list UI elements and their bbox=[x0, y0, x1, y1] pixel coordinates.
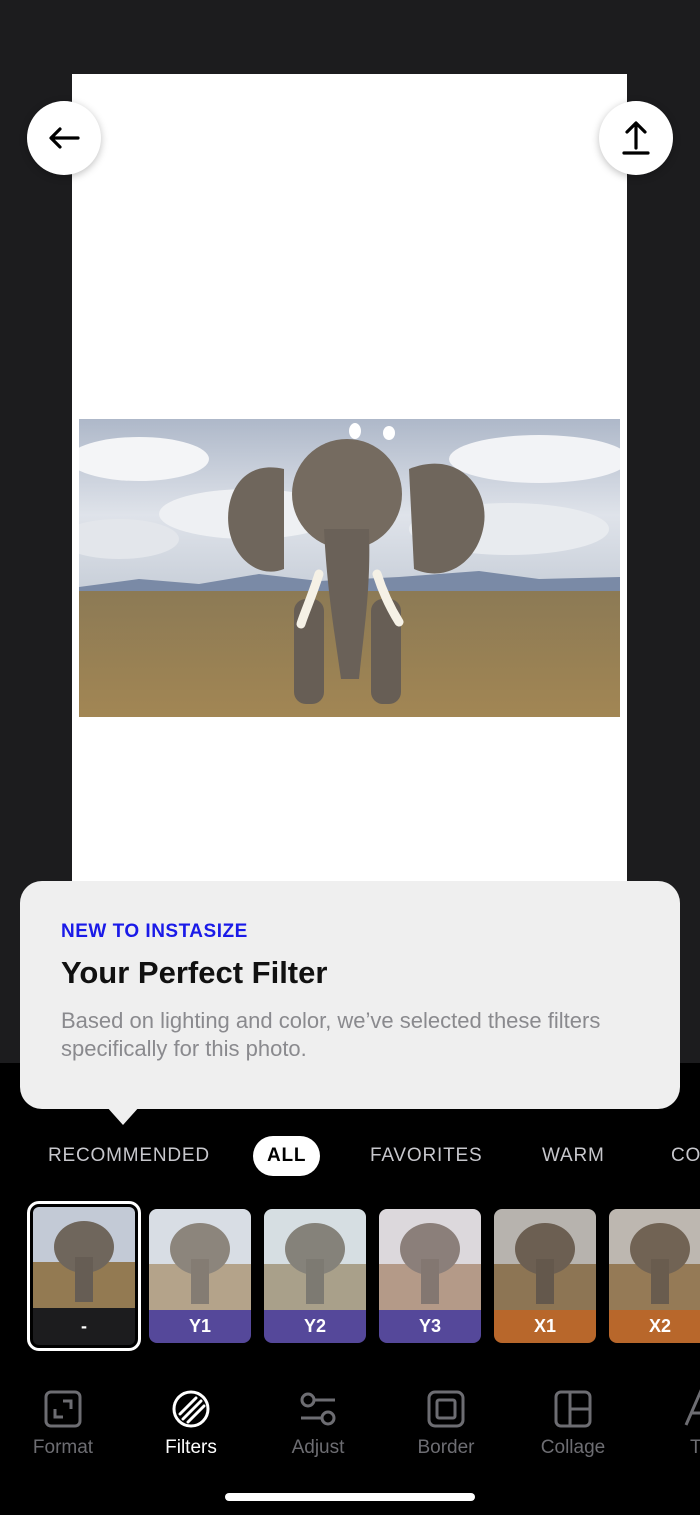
filter-label: - bbox=[33, 1308, 135, 1345]
format-icon bbox=[44, 1390, 82, 1428]
tab-adjust[interactable]: Adjust bbox=[268, 1385, 368, 1459]
filter-y1[interactable]: Y1 bbox=[149, 1209, 251, 1343]
filter-thumbnail bbox=[33, 1207, 135, 1308]
category-all[interactable]: ALL bbox=[253, 1136, 321, 1176]
filter-thumbnail bbox=[149, 1209, 251, 1310]
tab-filters[interactable]: Filters bbox=[141, 1385, 241, 1459]
share-button[interactable] bbox=[599, 101, 673, 175]
tooltip-body: Based on lighting and color, we’ve selec… bbox=[61, 1008, 601, 1061]
filter-label: Y1 bbox=[149, 1310, 251, 1343]
filter-y2[interactable]: Y2 bbox=[264, 1209, 366, 1343]
collage-icon bbox=[554, 1390, 592, 1428]
filter-x2[interactable]: X2 bbox=[609, 1209, 700, 1343]
filter-label: X2 bbox=[609, 1310, 700, 1343]
tooltip-title: Your Perfect Filter bbox=[61, 955, 328, 990]
home-indicator bbox=[225, 1493, 475, 1501]
filter-thumbnail bbox=[379, 1209, 481, 1310]
category-warm[interactable]: WARM bbox=[542, 1136, 605, 1176]
tooltip-kicker: NEW TO INSTASIZE bbox=[61, 921, 248, 942]
tab-label: Te bbox=[689, 1437, 700, 1458]
tab-label: Format bbox=[32, 1437, 94, 1458]
back-button[interactable] bbox=[27, 101, 101, 175]
arrow-left-icon bbox=[49, 127, 80, 149]
tab-format[interactable]: Format bbox=[13, 1385, 113, 1459]
elephant-photo[interactable] bbox=[79, 419, 620, 717]
share-upload-icon bbox=[622, 121, 650, 155]
filter-tooltip[interactable]: NEW TO INSTASIZE Your Perfect Filter Bas… bbox=[20, 881, 680, 1109]
category-co[interactable]: CO bbox=[671, 1136, 700, 1176]
tab-text[interactable]: Te bbox=[650, 1385, 700, 1459]
tooltip-pointer bbox=[106, 1106, 140, 1125]
editor-tabbar: Format Filters Adjust Border Collage Te bbox=[0, 1385, 700, 1465]
tab-collage[interactable]: Collage bbox=[523, 1385, 623, 1459]
text-icon bbox=[684, 1389, 700, 1426]
filter-label: Y3 bbox=[379, 1310, 481, 1343]
tab-label: Adjust bbox=[291, 1437, 345, 1458]
filter-label: Y2 bbox=[264, 1310, 366, 1343]
filter-strip: - Y1 Y2 Y3 X1 X2 bbox=[0, 1201, 700, 1353]
border-icon bbox=[427, 1390, 465, 1428]
filter-label: X1 bbox=[494, 1310, 596, 1343]
filter-thumbnail bbox=[494, 1209, 596, 1310]
category-recommended[interactable]: RECOMMENDED bbox=[48, 1136, 210, 1176]
filter-thumbnail bbox=[264, 1209, 366, 1310]
adjust-icon bbox=[300, 1392, 336, 1426]
tab-label: Filters bbox=[165, 1437, 217, 1458]
filter-thumbnail bbox=[609, 1209, 700, 1310]
filters-icon bbox=[172, 1390, 210, 1428]
filter-original[interactable]: - bbox=[27, 1201, 141, 1351]
category-favorites[interactable]: FAVORITES bbox=[370, 1136, 482, 1176]
filter-categories: RECOMMENDED ALL FAVORITES WARM CO bbox=[0, 1136, 700, 1178]
tab-border[interactable]: Border bbox=[396, 1385, 496, 1459]
filter-y3[interactable]: Y3 bbox=[379, 1209, 481, 1343]
tab-label: Collage bbox=[540, 1437, 606, 1458]
filter-x1[interactable]: X1 bbox=[494, 1209, 596, 1343]
tab-label: Border bbox=[417, 1437, 475, 1458]
